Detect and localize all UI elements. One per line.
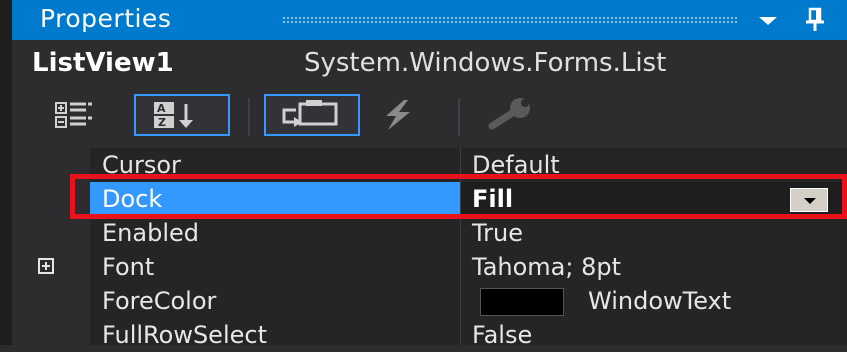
properties-icon (266, 100, 358, 138)
property-row-cursor[interactable]: Cursor Default (12, 148, 847, 182)
properties-view-button[interactable] (264, 94, 360, 136)
property-row-enabled[interactable]: Enabled True (12, 216, 847, 250)
property-value[interactable]: Fill (460, 182, 847, 216)
alphabetical-button[interactable]: A Z (134, 94, 230, 136)
property-value[interactable]: True (460, 216, 847, 250)
color-swatch (480, 288, 564, 316)
property-row-fullrowselect[interactable]: FullRowSelect False (12, 318, 847, 352)
properties-panel: Properties ListView1 System.Windows.Form… (12, 0, 847, 349)
property-name: ForeColor (102, 287, 217, 315)
property-value[interactable]: False (460, 318, 847, 352)
property-row-font[interactable]: Font Tahoma; 8pt (12, 250, 847, 284)
property-value[interactable]: Tahoma; 8pt (460, 250, 847, 284)
toolbar-separator (458, 98, 460, 136)
expand-plus-icon[interactable] (38, 258, 54, 274)
object-type: System.Windows.Forms.List (304, 48, 667, 78)
svg-text:Z: Z (158, 116, 166, 129)
svg-text:A: A (157, 102, 166, 115)
categorized-icon (52, 102, 102, 140)
categorized-button[interactable] (52, 94, 102, 136)
property-name: Dock (90, 182, 460, 216)
dock-dropdown-button[interactable] (790, 188, 828, 212)
properties-toolbar: A Z (12, 88, 847, 148)
toolbar-separator (248, 98, 250, 136)
object-selector[interactable]: ListView1 System.Windows.Forms.List (12, 40, 847, 88)
panel-title: Properties (40, 4, 172, 33)
title-bar[interactable]: Properties (12, 0, 847, 40)
property-pages-button (482, 94, 542, 136)
property-value: WindowText (588, 287, 732, 315)
object-name: ListView1 (32, 48, 174, 78)
property-name: Enabled (102, 219, 199, 247)
window-left-edge (0, 0, 12, 345)
property-row-dock[interactable]: Dock Fill (12, 182, 847, 216)
property-pages-wrench-icon (482, 98, 542, 140)
property-value[interactable]: Default (460, 148, 847, 182)
window-position-dropdown-icon[interactable] (755, 7, 781, 33)
column-splitter[interactable] (460, 148, 461, 345)
events-button[interactable] (372, 94, 422, 136)
property-name: FullRowSelect (102, 321, 267, 349)
pin-icon[interactable] (802, 7, 828, 33)
drag-grip[interactable] (282, 16, 737, 24)
property-grid: Cursor Default Dock Fill Enabled True Fo… (12, 148, 847, 349)
alphabetical-sort-icon: A Z (136, 102, 228, 138)
property-name: Font (102, 253, 155, 281)
property-name: Cursor (102, 151, 181, 179)
property-row-forecolor[interactable]: ForeColor WindowText (12, 284, 847, 318)
events-lightning-icon (372, 100, 422, 140)
